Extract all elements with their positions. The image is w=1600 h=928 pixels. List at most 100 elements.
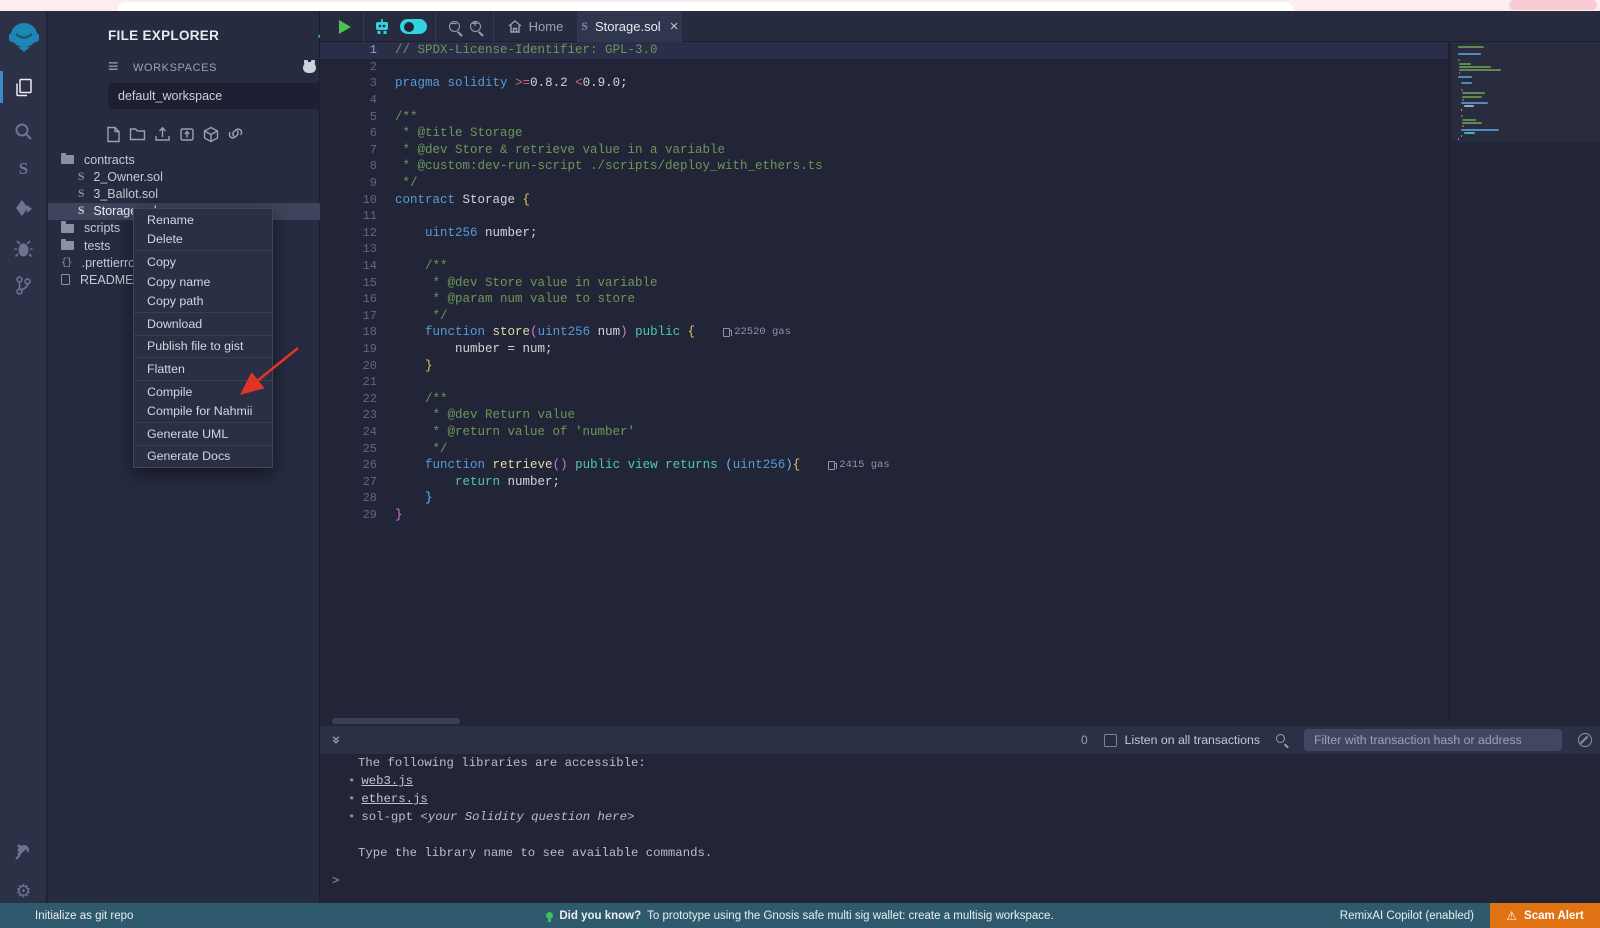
tree-item-label: scripts	[84, 221, 120, 235]
line-number: 23	[320, 408, 377, 422]
code-text: /**	[395, 259, 448, 273]
code-text: }	[395, 508, 403, 522]
terminal-header-bar: » 0 Listen on all transactions	[320, 726, 1600, 754]
code-text: * @param num value to store	[395, 292, 635, 306]
transaction-filter-input[interactable]	[1304, 729, 1562, 751]
file-operations-bar	[106, 126, 244, 143]
listen-checkbox[interactable]	[1104, 734, 1117, 747]
terminal-line: •sol-gpt <your Solidity question here>	[320, 808, 1600, 826]
menu-item-delete[interactable]: Delete	[134, 230, 272, 250]
library-link-web3-js[interactable]: web3.js	[361, 774, 413, 788]
tree-item-2-owner-sol[interactable]: S2_Owner.sol	[48, 168, 320, 185]
tree-item-contracts[interactable]: contracts	[48, 151, 320, 168]
upload-folder-icon[interactable]	[179, 126, 195, 143]
git-icon[interactable]	[0, 267, 47, 303]
plugin-manager-icon[interactable]	[0, 833, 47, 869]
code-line-27: 27 return number;	[320, 473, 1448, 490]
minimap-code-line	[1462, 92, 1485, 94]
minimap[interactable]	[1452, 42, 1600, 718]
file-explorer-icon[interactable]	[0, 69, 47, 105]
code-line-9: 9 */	[320, 175, 1448, 192]
gas-estimate-badge: 2415 gas	[828, 459, 889, 471]
robot-icon[interactable]	[373, 18, 391, 35]
code-line-29: 29}	[320, 507, 1448, 524]
solidity-compiler-icon[interactable]: S	[0, 151, 47, 187]
code-text: /**	[395, 110, 418, 124]
search-icon[interactable]	[0, 113, 47, 149]
expand-terminal-icon[interactable]: »	[328, 735, 346, 744]
close-tab-icon[interactable]: ×	[670, 18, 679, 35]
terminal-line	[320, 826, 1600, 844]
code-text: // SPDX-License-Identifier: GPL-3.0	[395, 43, 658, 57]
code-line-10: 10contract Storage {	[320, 191, 1448, 208]
run-script-button[interactable]	[326, 11, 364, 42]
copilot-controls	[364, 11, 436, 42]
minimap-code-line	[1461, 109, 1462, 111]
horizontal-scrollbar-thumb[interactable]	[332, 718, 460, 724]
upload-file-icon[interactable]	[154, 126, 171, 143]
code-editor[interactable]: 1// SPDX-License-Identifier: GPL-3.023pr…	[320, 42, 1600, 718]
init-git-repo-button[interactable]: Initialize as git repo	[35, 910, 133, 922]
code-line-11: 11	[320, 208, 1448, 225]
link-icon[interactable]	[227, 126, 244, 143]
new-file-icon[interactable]	[106, 126, 121, 143]
debugger-icon[interactable]	[0, 231, 47, 267]
hamburger-menu-icon[interactable]: ≡	[108, 59, 119, 73]
terminal-prompt[interactable]: >	[332, 874, 339, 888]
status-bar-right: RemixAI Copilot (enabled) ⚠ Scam Alert	[1340, 903, 1600, 928]
copilot-status-label[interactable]: RemixAI Copilot (enabled)	[1340, 910, 1474, 922]
code-text: */	[395, 176, 418, 190]
terminal-controls: 0 Listen on all transactions	[1081, 729, 1600, 751]
terminal-output[interactable]: The following libraries are accessible:•…	[320, 754, 1600, 903]
menu-separator	[134, 250, 272, 251]
active-tab-label: Storage.sol	[595, 19, 661, 34]
code-line-4: 4	[320, 92, 1448, 109]
deploy-run-icon[interactable]	[0, 191, 47, 227]
code-line-16: 16 * @param num value to store	[320, 291, 1448, 308]
menu-item-generate-uml[interactable]: Generate UML	[134, 424, 272, 444]
zoom-in-icon[interactable]: +	[470, 21, 481, 32]
status-bar: Initialize as git repo Did you know? To …	[0, 903, 1600, 928]
menu-item-generate-docs[interactable]: Generate Docs	[134, 447, 272, 467]
code-text: */	[395, 309, 448, 323]
tip-title: Did you know?	[559, 910, 641, 922]
code-line-13: 13	[320, 241, 1448, 258]
menu-item-compile-for-nahmii[interactable]: Compile for Nahmii	[134, 401, 272, 421]
code-line-5: 5/**	[320, 108, 1448, 125]
ipfs-cube-icon[interactable]	[203, 126, 219, 143]
new-folder-icon[interactable]	[129, 126, 146, 143]
remix-logo[interactable]	[0, 15, 47, 59]
code-line-1: 1// SPDX-License-Identifier: GPL-3.0	[320, 42, 1448, 59]
minimap-code-line	[1459, 63, 1471, 65]
menu-separator	[134, 312, 272, 313]
icon-rail: S ⚙	[0, 11, 47, 903]
code-line-15: 15 * @dev Store value in variable	[320, 274, 1448, 291]
minimap-code-line	[1462, 99, 1464, 101]
line-number: 8	[320, 159, 377, 173]
minimap-code-line	[1458, 46, 1484, 48]
play-icon	[339, 20, 351, 34]
code-line-2: 2	[320, 59, 1448, 76]
tab-home[interactable]: Home	[494, 11, 578, 42]
minimap-code-line	[1461, 135, 1462, 137]
menu-item-download[interactable]: Download	[134, 314, 272, 334]
panel-title: FILE EXPLORER	[108, 28, 219, 43]
menu-item-copy[interactable]: Copy	[134, 252, 272, 272]
tab-storage-sol[interactable]: S Storage.sol ×	[578, 11, 682, 42]
code-text: contract Storage {	[395, 193, 530, 207]
line-number: 29	[320, 508, 377, 522]
zoom-out-icon[interactable]: −	[449, 21, 460, 32]
workspace-select[interactable]: default_workspace	[108, 83, 354, 109]
clear-console-icon[interactable]	[1578, 733, 1592, 747]
menu-separator	[134, 335, 272, 336]
menu-item-copy-name[interactable]: Copy name	[134, 272, 272, 292]
scam-alert-button[interactable]: ⚠ Scam Alert	[1490, 903, 1600, 928]
menu-item-copy-path[interactable]: Copy path	[134, 291, 272, 311]
tree-item-3-ballot-sol[interactable]: S3_Ballot.sol	[48, 185, 320, 202]
library-link-ethers-js[interactable]: ethers.js	[361, 792, 427, 806]
copilot-toggle[interactable]	[400, 19, 427, 34]
tree-item-label: contracts	[84, 153, 135, 167]
terminal-search-icon[interactable]	[1276, 734, 1288, 746]
toggle-knob	[404, 22, 414, 32]
menu-item-rename[interactable]: Rename	[134, 210, 272, 230]
